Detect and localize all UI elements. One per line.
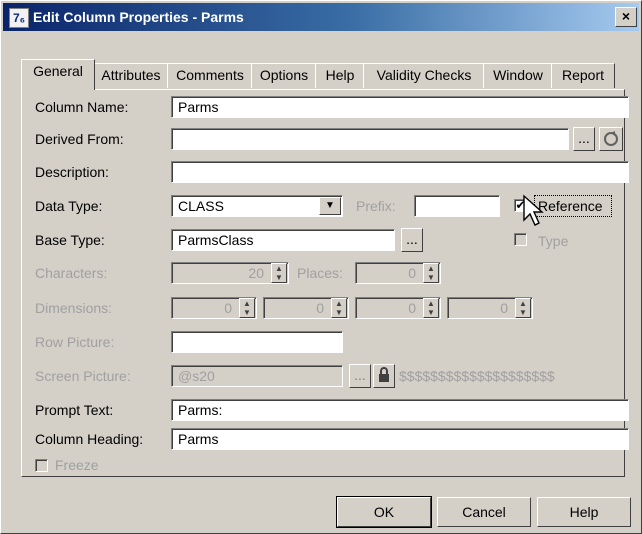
derived-from-browse-button[interactable]: ...: [573, 127, 595, 151]
derived-from-label: Derived From:: [35, 131, 124, 147]
derived-from-lookup-button[interactable]: [599, 127, 623, 151]
column-heading-field[interactable]: Parms: [171, 428, 629, 450]
screen-picture-preview: $$$$$$$$$$$$$$$$$$$$: [399, 368, 555, 384]
prefix-label: Prefix:: [356, 198, 396, 214]
mouse-pointer-icon: [523, 194, 544, 226]
dialog-window: 7₆ Edit Column Properties - Parms × Gene…: [0, 0, 642, 534]
lock-icon: [379, 367, 389, 382]
base-type-field[interactable]: ParmsClass: [171, 229, 395, 251]
tab-validity-checks[interactable]: Validity Checks: [363, 63, 485, 88]
freeze-label: Freeze: [55, 457, 99, 473]
dimension-1-spinner[interactable]: ▲ ▼: [239, 298, 255, 318]
characters-label: Characters:: [35, 265, 108, 281]
dimension-2-spinner[interactable]: ▲ ▼: [331, 298, 347, 318]
tab-help[interactable]: Help: [315, 63, 365, 88]
window-title: Edit Column Properties - Parms: [33, 9, 244, 25]
app-icon: 7₆: [9, 8, 29, 28]
screen-picture-field[interactable]: @s20: [171, 365, 343, 387]
dimension-3-spinner[interactable]: ▲ ▼: [423, 298, 439, 318]
tab-comments[interactable]: Comments: [167, 63, 253, 88]
description-field[interactable]: [171, 161, 629, 183]
help-button[interactable]: Help: [537, 497, 631, 527]
base-type-browse-button[interactable]: ...: [401, 228, 423, 252]
row-picture-label: Row Picture:: [35, 334, 115, 350]
screen-picture-lock-button[interactable]: [373, 364, 395, 388]
ok-button[interactable]: OK: [336, 496, 432, 528]
type-checkbox[interactable]: [514, 233, 527, 246]
prefix-field[interactable]: [414, 195, 500, 217]
tab-general[interactable]: General: [21, 59, 95, 90]
characters-spinner[interactable]: ▲ ▼: [271, 263, 287, 283]
tab-window[interactable]: Window: [483, 63, 553, 88]
places-spinner[interactable]: ▲ ▼: [423, 263, 439, 283]
description-label: Description:: [35, 164, 109, 180]
data-type-label: Data Type:: [35, 198, 103, 214]
screen-picture-label: Screen Picture:: [35, 368, 131, 384]
places-label: Places:: [297, 265, 343, 281]
data-type-select[interactable]: CLASS: [171, 195, 343, 217]
prompt-text-label: Prompt Text:: [35, 402, 114, 418]
row-picture-field[interactable]: [171, 331, 343, 353]
column-heading-label: Column Heading:: [35, 431, 144, 447]
title-bar[interactable]: 7₆ Edit Column Properties - Parms ×: [3, 3, 639, 31]
derived-from-field[interactable]: [171, 128, 569, 150]
tab-options[interactable]: Options: [251, 63, 317, 88]
column-name-field[interactable]: Parms: [171, 96, 629, 118]
dimension-4-spinner[interactable]: ▲ ▼: [515, 298, 531, 318]
freeze-checkbox[interactable]: [35, 459, 48, 472]
prompt-text-field[interactable]: Parms:: [171, 399, 629, 421]
tab-attributes[interactable]: Attributes: [93, 63, 169, 88]
cancel-button[interactable]: Cancel: [437, 497, 531, 527]
column-name-label: Column Name:: [35, 99, 129, 115]
tab-report[interactable]: Report: [551, 63, 615, 88]
dimensions-label: Dimensions:: [35, 300, 113, 316]
refresh-icon: [604, 131, 618, 146]
base-type-label: Base Type:: [35, 232, 105, 248]
screen-picture-browse-button[interactable]: ...: [349, 364, 371, 388]
type-label: Type: [538, 233, 569, 249]
data-type-dropdown-button[interactable]: ▼: [319, 197, 341, 215]
close-button[interactable]: ×: [615, 7, 637, 27]
